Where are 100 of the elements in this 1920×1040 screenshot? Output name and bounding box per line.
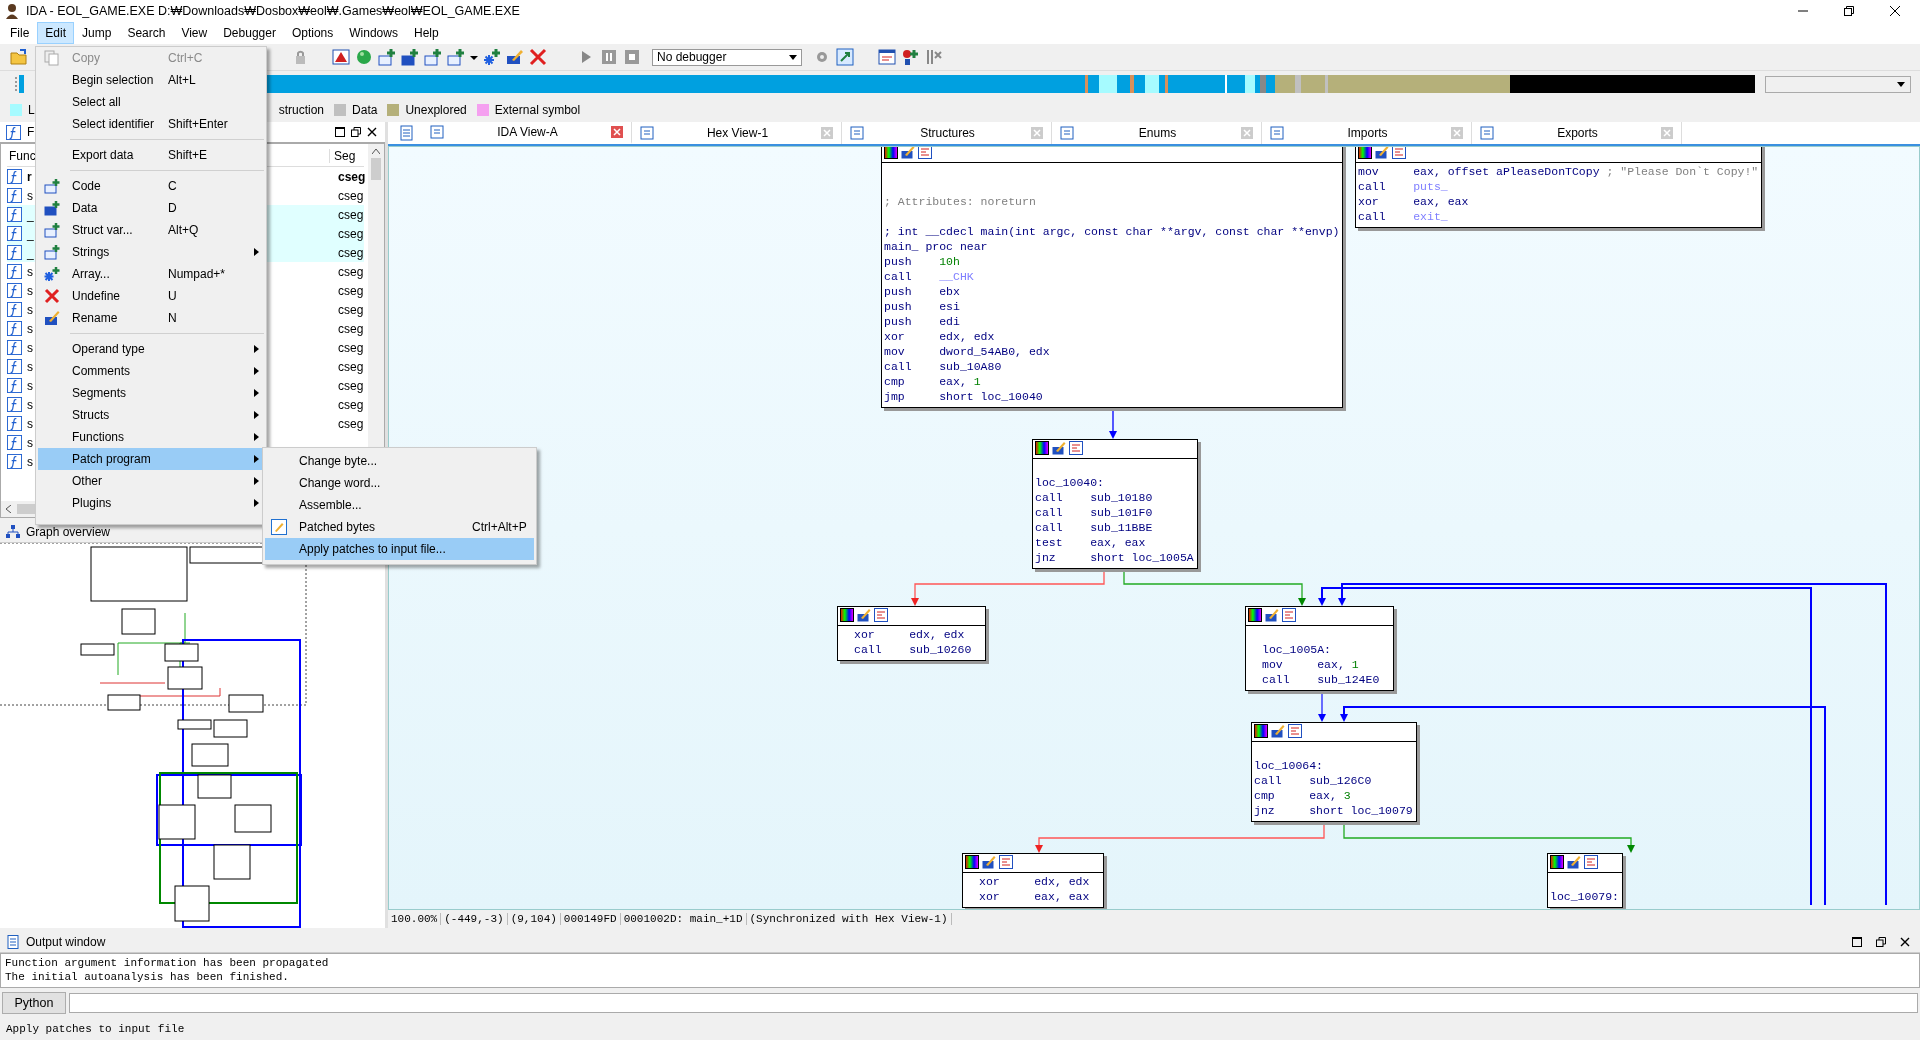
function-name[interactable]: s (27, 283, 33, 298)
function-name[interactable]: _ (27, 207, 34, 222)
tab[interactable]: Hex View-1 (632, 122, 842, 144)
pencil-icon[interactable] (1271, 724, 1285, 738)
function-name[interactable]: s (27, 435, 33, 450)
code-block[interactable]: loc_10079: (1547, 853, 1623, 908)
function-name[interactable]: s (27, 359, 33, 374)
pencil-icon[interactable] (1052, 441, 1066, 455)
warning-icon[interactable] (332, 48, 350, 66)
menu-item[interactable]: Apply patches to input file... (265, 538, 534, 560)
menu-item[interactable]: Plugins (38, 492, 264, 514)
code-block[interactable]: xor edx, edx call sub_10260 (837, 606, 987, 661)
menu-item[interactable]: Segments (38, 382, 264, 404)
command-input-field[interactable] (69, 993, 1918, 1014)
menu-item[interactable]: Patch program (38, 448, 264, 470)
menu-item[interactable]: Array... Numpad+* (38, 263, 264, 285)
color-palette-icon[interactable] (965, 855, 979, 869)
column-header[interactable]: Seg (329, 149, 364, 163)
graph-icon[interactable] (1069, 441, 1083, 455)
graph-icon[interactable] (1392, 147, 1406, 159)
breakpoint-icon[interactable] (901, 48, 919, 66)
function-name[interactable]: _ (27, 226, 34, 241)
menu-item[interactable]: Edit (37, 22, 75, 44)
graph-icon[interactable] (1288, 724, 1302, 738)
menu-item[interactable]: Comments (38, 360, 264, 382)
plus-icon[interactable] (447, 48, 465, 66)
color-palette-icon[interactable] (1550, 855, 1564, 869)
menu-item[interactable]: Struct var... Alt+Q (38, 219, 264, 241)
code-block[interactable]: xor edx, edx xor eax, eax (962, 853, 1105, 908)
menu-item[interactable]: Strings (38, 241, 264, 263)
menu-item[interactable]: Assemble... (265, 494, 534, 516)
open-folder-icon[interactable] (10, 48, 28, 66)
menu-item[interactable]: Search (119, 22, 174, 44)
menu-item[interactable]: Export data Shift+E (38, 144, 264, 166)
scroll-left-icon[interactable] (5, 505, 11, 513)
navigation-band-drawing[interactable] (265, 75, 1755, 93)
dropdown-field[interactable] (1765, 75, 1911, 93)
code-block[interactable]: loc_1005A: mov eax, 1 call sub_124E0 (1245, 606, 1395, 691)
menu-item[interactable]: Select identifier Shift+Enter (38, 113, 264, 135)
color-palette-icon[interactable] (1254, 724, 1268, 738)
menu-item[interactable]: Data D (38, 197, 264, 219)
tab[interactable]: Structures (842, 122, 1052, 144)
function-name[interactable]: s (27, 264, 33, 279)
menu-item[interactable]: Structs (38, 404, 264, 426)
tab[interactable]: Exports (1472, 122, 1682, 144)
function-name[interactable]: s (27, 454, 33, 469)
step-icon[interactable] (836, 48, 854, 66)
graph-icon[interactable] (1282, 608, 1296, 622)
graph-overview-drawing[interactable] (0, 543, 385, 928)
pencil-icon[interactable] (1567, 855, 1581, 869)
pause-icon[interactable] (600, 48, 618, 66)
menu-item[interactable]: Jump (74, 22, 120, 44)
graph-icon[interactable] (999, 855, 1013, 869)
tab[interactable]: Imports (1262, 122, 1472, 144)
menu-item[interactable]: File (2, 22, 38, 44)
window-icon[interactable] (878, 48, 896, 66)
graph-icon[interactable] (1584, 855, 1598, 869)
menu-item[interactable]: Undefine U (38, 285, 264, 307)
cross-icon[interactable] (529, 48, 547, 66)
python-button[interactable]: Python (2, 992, 66, 1015)
menu-item[interactable]: Functions (38, 426, 264, 448)
close-icon[interactable] (367, 127, 377, 137)
code-block[interactable]: loc_10064: call sub_126C0 cmp eax, 3 jnz short loc_10079 (1251, 722, 1417, 822)
maximize-icon[interactable] (335, 127, 345, 137)
plus-icon[interactable] (378, 48, 396, 66)
color-palette-icon[interactable] (840, 608, 854, 622)
column-header[interactable]: Func (9, 149, 36, 163)
menu-item[interactable]: Debugger (215, 22, 284, 44)
function-name[interactable]: s (27, 302, 33, 317)
pencil-icon[interactable] (982, 855, 996, 869)
maximize-icon[interactable] (1852, 936, 1862, 947)
function-name[interactable]: _ (27, 245, 34, 260)
menu-item[interactable]: Rename N (38, 307, 264, 329)
scroll-up-icon[interactable] (372, 148, 380, 154)
menu-item[interactable]: Change word... (265, 472, 534, 494)
color-palette-icon[interactable] (1248, 608, 1262, 622)
code-block[interactable] (881, 147, 1344, 408)
restore-icon[interactable] (1876, 936, 1886, 947)
restore-icon[interactable] (351, 127, 361, 137)
code-block[interactable]: loc_10040: call sub_10180 call sub_101F0 call sub_11BBE test eax, eax jnz short loc_1005A (1032, 439, 1198, 569)
function-name[interactable]: s (27, 188, 33, 203)
pencil-icon[interactable] (1375, 147, 1389, 159)
close-icon[interactable] (1900, 936, 1910, 947)
pencil-icon[interactable] (1265, 608, 1279, 622)
menu-item[interactable]: Patched bytes Ctrl+Alt+P (265, 516, 534, 538)
menu-item[interactable]: Begin selection Alt+L (38, 69, 264, 91)
restore-icon[interactable] (1844, 6, 1854, 16)
pencil-icon[interactable] (506, 48, 524, 66)
graph-icon[interactable] (874, 608, 888, 622)
scrollbar-thumb[interactable] (371, 158, 381, 180)
plus-icon[interactable] (401, 48, 419, 66)
plus-icon[interactable] (424, 48, 442, 66)
menu-item[interactable]: Code C (38, 175, 264, 197)
menu-item[interactable]: Other (38, 470, 264, 492)
asterisk-plus-icon[interactable] (483, 48, 501, 66)
pencil-icon[interactable] (857, 608, 871, 622)
function-name[interactable]: r (27, 169, 32, 184)
menu-item[interactable]: Options (283, 22, 342, 44)
stop-icon[interactable] (623, 48, 641, 66)
menu-item[interactable]: Change byte... (265, 450, 534, 472)
